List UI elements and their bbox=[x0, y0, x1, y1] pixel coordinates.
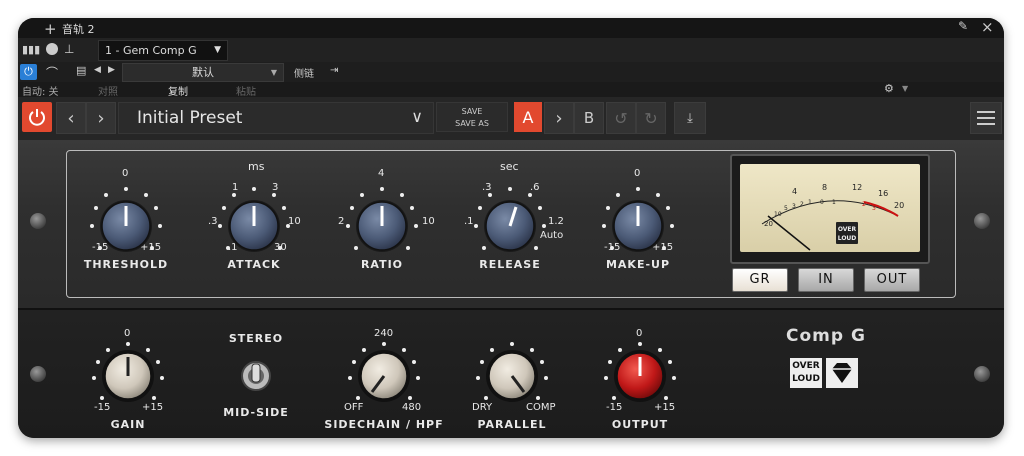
vu-scale-0: 0 bbox=[820, 199, 824, 206]
threshold-knob[interactable] bbox=[100, 200, 152, 252]
preset-b-button[interactable]: B bbox=[574, 102, 604, 134]
preset-name: Initial Preset bbox=[137, 108, 243, 128]
tree-icon[interactable]: ⊥ bbox=[64, 42, 74, 56]
preset-default-select[interactable]: 默认 ▼ bbox=[122, 63, 284, 82]
overloud-logo-line2: LOUD bbox=[792, 374, 820, 384]
menu-button[interactable] bbox=[970, 102, 1002, 134]
vu-meter-svg: 20 10 5 3 2 1 0 1 2 3 4 8 12 16 20 OVER … bbox=[761, 183, 904, 251]
power-icon bbox=[29, 109, 45, 126]
arc-icon[interactable]: ⌒ bbox=[46, 64, 58, 81]
next-icon[interactable]: ▶ bbox=[108, 65, 115, 75]
prev-icon[interactable]: ◀ bbox=[94, 65, 101, 75]
routing-icon[interactable] bbox=[46, 43, 58, 55]
daw-toolbar-3: 自动: 关 对照 复制 粘贴 ⚙ ▼ bbox=[18, 82, 1004, 98]
vu-scale-12: 12 bbox=[852, 183, 862, 192]
plugin-select-value: 1 - Gem Comp G bbox=[105, 44, 197, 57]
vu-scale-p3: 3 bbox=[872, 205, 876, 212]
next-preset-button[interactable]: › bbox=[86, 102, 116, 134]
hamburger-icon bbox=[977, 111, 995, 125]
overloud-logo-line1: OVER bbox=[792, 361, 820, 371]
gear-icon[interactable]: ⚙ bbox=[884, 82, 894, 95]
pin-icon[interactable]: ✎ bbox=[958, 19, 968, 33]
doc-icon[interactable]: ▤ bbox=[76, 64, 86, 77]
paste-button[interactable]: 粘贴 bbox=[236, 83, 256, 98]
output-knob[interactable] bbox=[614, 350, 666, 402]
output-panel: 0 -15 +15 GAIN STEREO MID-SIDE 240 OFF 4… bbox=[18, 308, 1004, 438]
save-button[interactable]: SAVE bbox=[437, 106, 507, 118]
attack-knob[interactable] bbox=[228, 200, 280, 252]
vu-meter-face: 20 10 5 3 2 1 0 1 2 3 4 8 12 16 20 OVER … bbox=[740, 164, 920, 252]
vu-scale-16: 16 bbox=[878, 189, 888, 198]
undo-icon[interactable]: ↺ bbox=[606, 102, 636, 134]
prev-preset-button[interactable]: ‹ bbox=[56, 102, 86, 134]
plus-icon[interactable]: + bbox=[44, 20, 57, 38]
vu-scale-p2: 2 bbox=[862, 201, 866, 208]
chevron-down-icon: ▼ bbox=[214, 45, 221, 55]
daw-toolbar-1: ▮▮▮ ⊥ 1 - Gem Comp G ▼ bbox=[18, 38, 1004, 62]
vu-scale-8: 8 bbox=[822, 183, 827, 192]
vu-scale-5: 5 bbox=[784, 205, 788, 212]
sidechain-button[interactable]: 侧链 bbox=[294, 65, 314, 80]
meter-out-button[interactable]: OUT bbox=[864, 268, 920, 292]
preset-field[interactable]: Initial Preset ∨ bbox=[118, 102, 434, 134]
save-as-button[interactable]: SAVE AS bbox=[437, 118, 507, 130]
vu-scale-4: 4 bbox=[792, 187, 797, 196]
diamond-icon bbox=[832, 363, 852, 383]
gem-logo bbox=[826, 358, 858, 388]
copy-a-to-b-button[interactable]: › bbox=[544, 102, 574, 134]
vu-logo-line1: OVER bbox=[838, 226, 857, 233]
preset-default-value: 默认 bbox=[192, 66, 214, 79]
meter-in-button[interactable]: IN bbox=[798, 268, 854, 292]
plugin-window: + 音轨 2 ✎ × ▮▮▮ ⊥ 1 - Gem Comp G ▼ ⏻ ⌒ ▤ … bbox=[18, 18, 1004, 438]
vu-scale-3: 3 bbox=[792, 203, 796, 210]
midi-learn-icon[interactable]: ⤓ bbox=[674, 102, 706, 134]
release-knob[interactable] bbox=[484, 200, 536, 252]
gain-knob[interactable] bbox=[102, 350, 154, 402]
vu-needle bbox=[767, 215, 811, 251]
vu-scale-1: 1 bbox=[808, 199, 812, 206]
overloud-logo: OVER LOUD bbox=[790, 358, 822, 388]
chevron-down-icon: ▼ bbox=[270, 68, 277, 77]
ratio-knob[interactable] bbox=[356, 200, 408, 252]
makeup-knob[interactable] bbox=[612, 200, 664, 252]
copy-button[interactable]: 复制 bbox=[168, 83, 188, 98]
auto-label[interactable]: 自动: 关 bbox=[22, 83, 59, 98]
bars-icon[interactable]: ▮▮▮ bbox=[22, 43, 40, 56]
vu-scale-10: 10 bbox=[774, 211, 782, 218]
preset-dropdown-icon: ∨ bbox=[411, 107, 423, 126]
track-title: 音轨 2 bbox=[62, 23, 95, 36]
sidechain-hpf-knob[interactable] bbox=[358, 350, 410, 402]
vu-scale-p1: 1 bbox=[832, 199, 836, 206]
vu-logo-line2: LOUD bbox=[838, 235, 857, 242]
title-bar: + 音轨 2 ✎ × bbox=[18, 18, 1004, 38]
vu-scale-2: 2 bbox=[800, 201, 804, 208]
brand-title: Comp G bbox=[786, 326, 866, 346]
close-icon[interactable]: × bbox=[981, 18, 994, 36]
stereo-midside-switch[interactable] bbox=[241, 361, 271, 391]
redo-icon[interactable]: ↻ bbox=[636, 102, 666, 134]
vu-scale-20r: 20 bbox=[894, 201, 904, 210]
power-button[interactable] bbox=[22, 102, 52, 132]
save-group: SAVE SAVE AS bbox=[436, 102, 508, 132]
parallel-knob[interactable] bbox=[486, 350, 538, 402]
chevron-down-icon[interactable]: ▼ bbox=[902, 84, 908, 93]
plugin-select[interactable]: 1 - Gem Comp G ▼ bbox=[98, 40, 228, 61]
power-icon[interactable]: ⏻ bbox=[20, 64, 37, 80]
compressor-panel: ms sec 0 -15 +15 THRESHOLD 1 3 .3 10 .1 … bbox=[18, 140, 1004, 308]
daw-toolbar-2: ⏻ ⌒ ▤ ◀ ▶ 默认 ▼ 侧链 ⇥ bbox=[18, 62, 1004, 82]
sidechain-input-icon[interactable]: ⇥ bbox=[330, 65, 338, 76]
compare-button[interactable]: 对照 bbox=[98, 83, 118, 98]
preset-a-button[interactable]: A bbox=[514, 102, 542, 132]
vu-meter-frame: 20 10 5 3 2 1 0 1 2 3 4 8 12 16 20 OVER … bbox=[730, 154, 930, 264]
vu-scale-20: 20 bbox=[764, 220, 773, 228]
meter-gr-button[interactable]: GR bbox=[732, 268, 788, 292]
plugin-toolbar: ‹ › Initial Preset ∨ SAVE SAVE AS A › B … bbox=[18, 97, 1004, 140]
